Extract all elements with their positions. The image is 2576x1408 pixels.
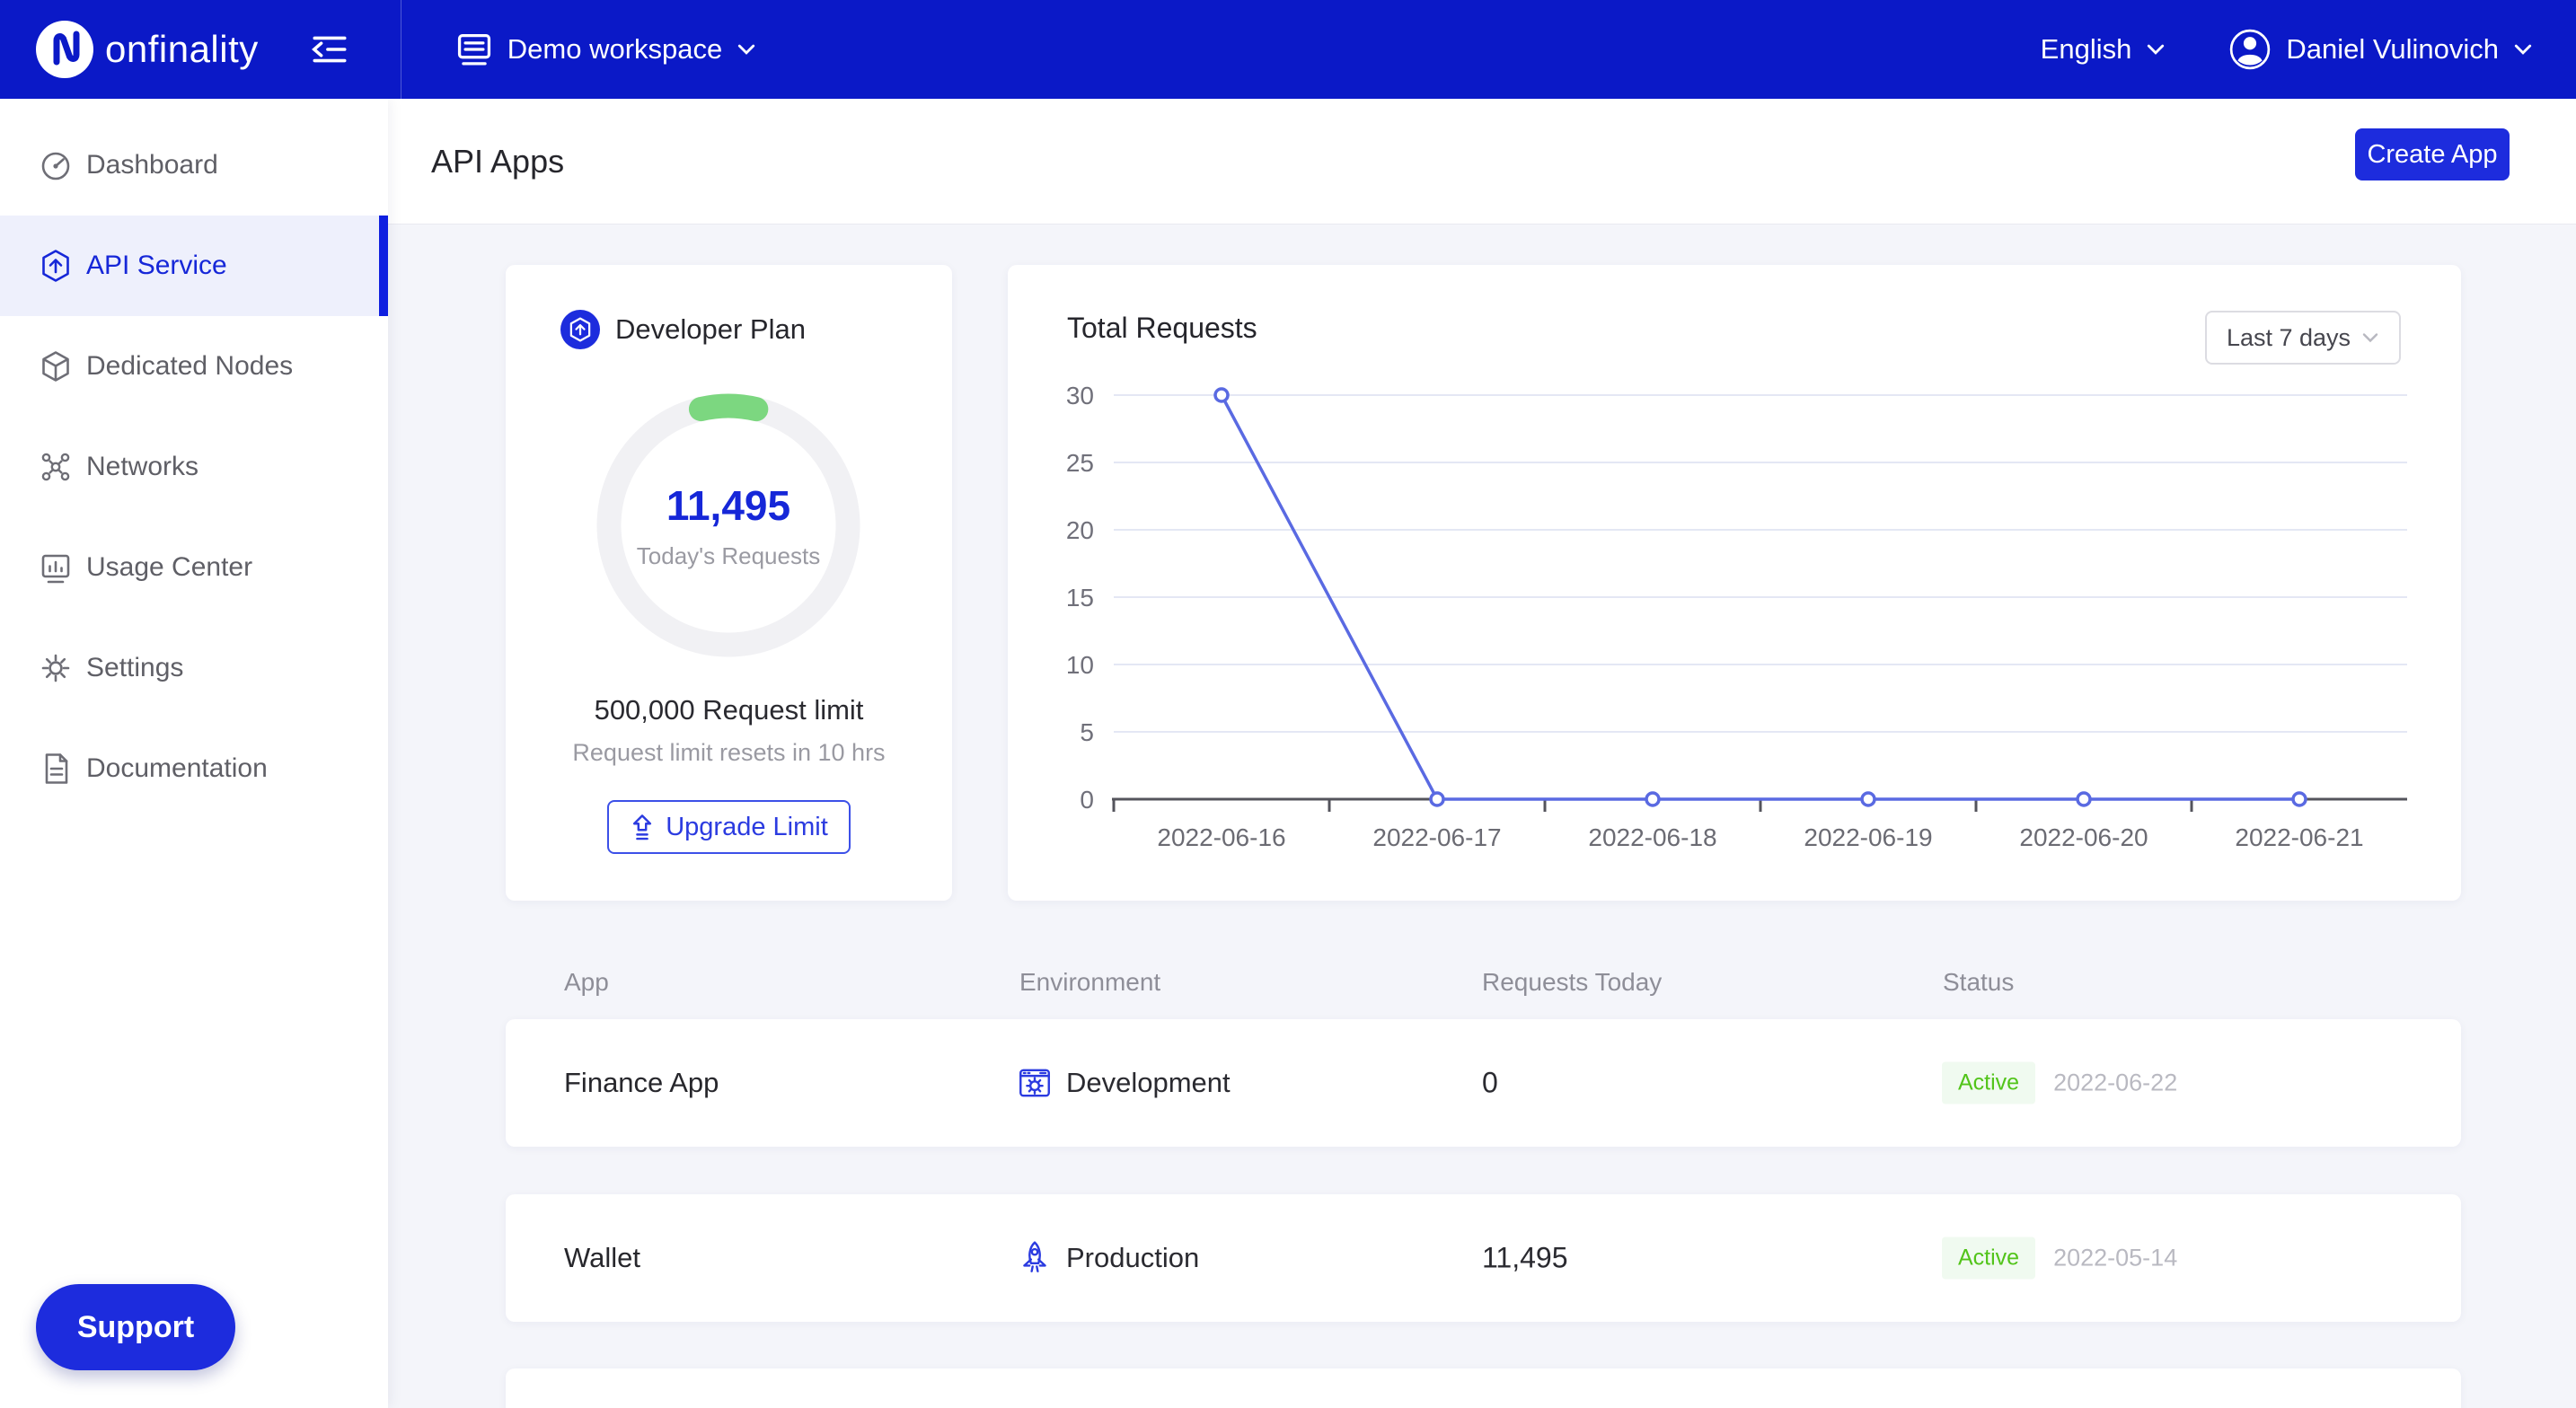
upgrade-limit-button[interactable]: Upgrade Limit [607, 800, 851, 854]
svg-text:10: 10 [1066, 651, 1094, 679]
chevron-down-icon [2513, 42, 2533, 57]
sidebar-item-dashboard[interactable]: Dashboard [0, 115, 388, 216]
sidebar-item-label: Dedicated Nodes [86, 351, 293, 382]
table-row-wallet[interactable]: Wallet Production 11,495 Active 2022-05-… [506, 1194, 2461, 1322]
column-header-app: App [564, 968, 609, 997]
svg-text:2022-06-16: 2022-06-16 [1157, 823, 1285, 851]
svg-text:2022-06-21: 2022-06-21 [2235, 823, 2363, 851]
sidebar-item-dedicated-nodes[interactable]: Dedicated Nodes [0, 316, 388, 417]
sidebar-item-label: Documentation [86, 753, 268, 784]
api-service-icon [38, 248, 74, 284]
user-name: Daniel Vulinovich [2286, 33, 2499, 66]
svg-text:2022-06-17: 2022-06-17 [1372, 823, 1501, 851]
create-app-button[interactable]: Create App [2355, 128, 2510, 180]
sidebar-item-api-service[interactable]: API Service [0, 216, 388, 316]
svg-text:30: 30 [1066, 382, 1094, 409]
svg-text:5: 5 [1080, 718, 1094, 746]
chevron-down-icon [737, 42, 756, 57]
total-requests-card: Total Requests Last 7 days 0 5 10 15 20 25 30 2… [1008, 265, 2461, 901]
range-selector-value: Last 7 days [2227, 324, 2351, 352]
workspace-selector[interactable]: Demo workspace [454, 29, 756, 70]
topbar: onfinality Demo workspace English [0, 0, 2576, 99]
language-label: English [2041, 33, 2132, 66]
avatar-icon [2228, 28, 2272, 71]
requests-today-value: 0 [1482, 1067, 1498, 1100]
column-header-environment: Environment [1019, 968, 1160, 997]
request-limit-text: 500,000 Request limit [506, 694, 952, 726]
window-gear-icon [1016, 1064, 1054, 1102]
sidebar-item-label: Dashboard [86, 150, 218, 180]
onfinality-logo[interactable] [36, 21, 93, 78]
limit-reset-text: Request limit resets in 10 hrs [506, 739, 952, 767]
table-row-finance-app[interactable]: Finance App Development 0 Active 2022-06… [506, 1019, 2461, 1147]
environment-name: Production [1066, 1242, 1199, 1274]
total-requests-line-chart: 0 5 10 15 20 25 30 2022-06-16 2022-06-17 2022-06-… [1035, 373, 2436, 893]
sidebar-item-settings[interactable]: Settings [0, 618, 388, 718]
workspace-icon [454, 29, 495, 70]
svg-text:20: 20 [1066, 516, 1094, 544]
status-date: 2022-05-14 [2053, 1245, 2177, 1272]
brand-name: onfinality [105, 28, 259, 71]
sidebar-item-networks[interactable]: Networks [0, 417, 388, 517]
workspace-name: Demo workspace [507, 33, 722, 66]
table-row-partial[interactable] [506, 1368, 2461, 1408]
chart-title: Total Requests [1067, 312, 1257, 345]
page-header: API Apps Create App [388, 99, 2576, 224]
status-badge: Active [1942, 1062, 2035, 1104]
upgrade-icon [630, 813, 655, 841]
svg-text:2022-06-18: 2022-06-18 [1588, 823, 1716, 851]
environment-name: Development [1066, 1067, 1231, 1099]
svg-text:25: 25 [1066, 449, 1094, 477]
sidebar-item-label: Settings [86, 653, 183, 683]
sidebar-item-usage-center[interactable]: Usage Center [0, 517, 388, 618]
main-content: API Apps Create App Developer Plan [388, 99, 2576, 1408]
sidebar: Dashboard API Service [0, 99, 388, 1408]
plan-title: Developer Plan [615, 313, 806, 346]
todays-requests-caption: Today's Requests [637, 542, 820, 570]
sidebar-item-label: Usage Center [86, 552, 252, 583]
onfinality-logo-icon [36, 21, 93, 78]
app-name: Wallet [564, 1242, 640, 1274]
sidebar-collapse-button[interactable] [309, 29, 350, 70]
support-button[interactable]: Support [36, 1284, 235, 1370]
status-date: 2022-06-22 [2053, 1069, 2177, 1097]
column-header-status: Status [1943, 968, 2014, 997]
rocket-icon [1016, 1239, 1054, 1277]
sidebar-item-label: Networks [86, 452, 198, 482]
language-selector[interactable]: English [2041, 33, 2166, 66]
user-menu[interactable]: Daniel Vulinovich [2228, 28, 2533, 71]
menu-fold-icon [309, 29, 350, 70]
svg-text:15: 15 [1066, 584, 1094, 612]
network-icon [38, 449, 74, 485]
upgrade-limit-label: Upgrade Limit [666, 813, 828, 842]
document-icon [38, 751, 74, 787]
requests-today-value: 11,495 [1482, 1242, 1568, 1275]
page-title: API Apps [431, 143, 564, 180]
svg-text:2022-06-19: 2022-06-19 [1804, 823, 1932, 851]
dashboard-icon [38, 147, 74, 183]
column-header-requests-today: Requests Today [1482, 968, 1662, 997]
plan-badge-icon [560, 310, 600, 349]
todays-requests-value: 11,495 [666, 481, 790, 530]
svg-text:0: 0 [1080, 786, 1094, 814]
app-name: Finance App [564, 1067, 719, 1099]
svg-text:2022-06-20: 2022-06-20 [2019, 823, 2148, 851]
chevron-down-icon [2361, 331, 2379, 344]
range-selector[interactable]: Last 7 days [2205, 311, 2401, 365]
cube-icon [38, 348, 74, 384]
gear-icon [38, 650, 74, 686]
usage-icon [38, 550, 74, 585]
status-badge: Active [1942, 1237, 2035, 1280]
sidebar-item-label: API Service [86, 251, 227, 281]
developer-plan-card: Developer Plan 11,495 Today's Requests 5… [506, 265, 952, 901]
sidebar-item-documentation[interactable]: Documentation [0, 718, 388, 819]
chevron-down-icon [2146, 42, 2166, 57]
usage-gauge: 11,495 Today's Requests [585, 382, 872, 669]
